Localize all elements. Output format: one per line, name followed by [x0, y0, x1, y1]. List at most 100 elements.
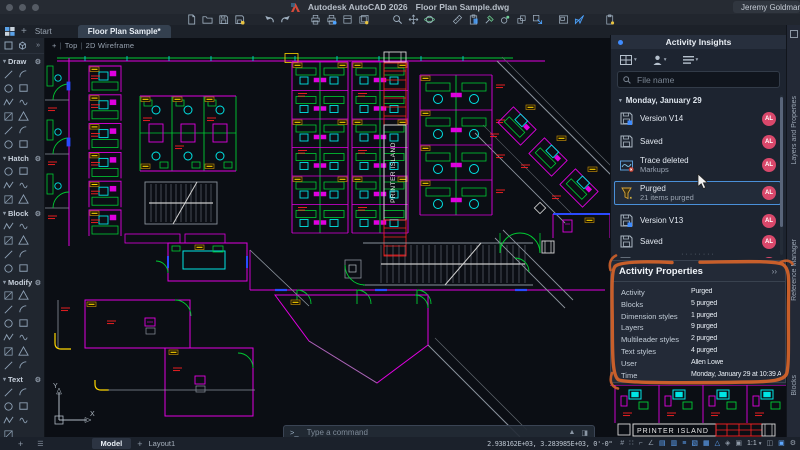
activity-item[interactable]: SavedAL: [614, 231, 781, 252]
workspace-switch-icon[interactable]: ◫: [766, 439, 773, 448]
avatar[interactable]: AL: [762, 158, 776, 172]
palette-tool-icon[interactable]: [17, 234, 30, 246]
view-grid-dropdown[interactable]: ▾: [620, 55, 637, 65]
user-account-button[interactable]: Jeremy Goldman: [733, 1, 800, 13]
palette-tool-icon[interactable]: [17, 220, 30, 232]
autoscale-toggle-icon[interactable]: ▣: [735, 439, 742, 448]
activity-item[interactable]: Version V13AL: [614, 210, 781, 231]
ortho-toggle-icon[interactable]: ⌐: [639, 439, 643, 448]
file-search-field[interactable]: [617, 71, 780, 88]
palette-section-text[interactable]: ▾Text⚙: [0, 372, 44, 385]
palette-tool-icon[interactable]: [17, 248, 30, 260]
batch-plot-icon[interactable]: [358, 14, 369, 25]
date-group-header[interactable]: ▾ Monday, January 29: [611, 92, 787, 109]
palette-tool-icon[interactable]: [2, 262, 15, 274]
activity-item[interactable]: SavedAL: [614, 131, 781, 152]
palette-tool-icon[interactable]: [17, 289, 30, 301]
new-layout-plus-icon[interactable]: +: [18, 439, 23, 449]
zoom-window-icon[interactable]: [392, 14, 403, 25]
tab-start[interactable]: Start: [35, 27, 52, 36]
collapse-chevron-icon[interactable]: ››: [772, 267, 777, 276]
section-gear-icon[interactable]: ⚙: [35, 155, 41, 163]
palette-tool-icon[interactable]: [2, 68, 15, 80]
palette-tool-icon[interactable]: [2, 289, 15, 301]
selection-cycling-toggle-icon[interactable]: ▦: [703, 439, 710, 448]
tab-overview-icon[interactable]: [5, 27, 15, 36]
match-properties-icon[interactable]: [484, 14, 495, 25]
save-icon[interactable]: [218, 14, 229, 25]
command-clipboard-icon[interactable]: ◨: [581, 429, 588, 437]
redo-icon[interactable]: [280, 14, 291, 25]
section-collapse-icon[interactable]: ▾: [3, 210, 6, 217]
palette-tool-icon[interactable]: [2, 179, 15, 191]
osnap-toggle-icon[interactable]: ▤: [659, 439, 666, 448]
user-filter-dropdown[interactable]: ▾: [653, 55, 667, 65]
layout1-tab[interactable]: Layout1: [148, 439, 175, 448]
search-input[interactable]: [635, 74, 774, 86]
print-icon[interactable]: [310, 14, 321, 25]
new-tab-button[interactable]: +: [21, 27, 27, 37]
share-icon[interactable]: [574, 14, 585, 25]
external-reference-icon[interactable]: [532, 14, 543, 25]
palette-section-modify[interactable]: ▾Modify⚙: [0, 275, 44, 288]
palette-tool-icon[interactable]: [17, 110, 30, 122]
clean-screen-icon[interactable]: ▣: [778, 439, 785, 448]
palette-tool-icon[interactable]: [2, 96, 15, 108]
palette-tool-icon[interactable]: [17, 331, 30, 343]
palette-tool-icon[interactable]: [17, 317, 30, 329]
palette-tool-icon[interactable]: [2, 234, 15, 246]
otrack-toggle-icon[interactable]: ▥: [671, 439, 678, 448]
avatar[interactable]: AL: [762, 112, 776, 126]
palette-cube-icon[interactable]: [4, 41, 13, 50]
palette-section-block[interactable]: ▾Block⚙: [0, 206, 44, 219]
viewport-visual-style-control[interactable]: 2D Wireframe: [86, 41, 135, 50]
palette-tool-icon[interactable]: [2, 359, 15, 371]
activity-item-selected[interactable]: Purged21 items purgedAL: [614, 181, 781, 205]
layout-viewport-icon[interactable]: [558, 14, 569, 25]
palette-tool-icon[interactable]: [2, 124, 15, 136]
print-preview-icon[interactable]: [326, 14, 337, 25]
palette-tool-icon[interactable]: [17, 359, 30, 371]
palette-tool-icon[interactable]: [17, 400, 30, 412]
palette-tool-icon[interactable]: [17, 124, 30, 136]
section-gear-icon[interactable]: ⚙: [35, 279, 41, 287]
tab-document-active[interactable]: Floor Plan Sample*: [78, 25, 171, 38]
palette-tool-icon[interactable]: [2, 386, 15, 398]
palette-tool-icon[interactable]: [2, 400, 15, 412]
palette-tool-icon[interactable]: [2, 193, 15, 205]
add-layout-button[interactable]: +: [137, 439, 142, 449]
section-collapse-icon[interactable]: ▾: [3, 279, 6, 286]
palette-tool-icon[interactable]: [17, 82, 30, 94]
palette-tool-icon[interactable]: [17, 68, 30, 80]
palette-tool-icon[interactable]: [2, 248, 15, 260]
grid-toggle-icon[interactable]: #: [620, 439, 624, 448]
properties-header[interactable]: Activity Properties ››: [611, 261, 785, 282]
palette-tool-icon[interactable]: [2, 331, 15, 343]
panel-scrollbar-thumb[interactable]: [780, 97, 783, 227]
avatar[interactable]: AL: [762, 135, 776, 149]
command-history-icon[interactable]: ▲: [568, 429, 575, 437]
palette-tool-icon[interactable]: [2, 414, 15, 426]
palette-tool-icon[interactable]: [17, 179, 30, 191]
palette-tool-icon[interactable]: [2, 165, 15, 177]
list-filter-dropdown[interactable]: ▾: [683, 56, 699, 64]
annotation-toggle-icon[interactable]: ◈: [725, 439, 730, 448]
section-gear-icon[interactable]: ⚙: [35, 58, 41, 66]
section-collapse-icon[interactable]: ▾: [3, 376, 6, 383]
palette-tool-icon[interactable]: [2, 303, 15, 315]
point-style-icon[interactable]: [500, 14, 511, 25]
activity-item[interactable]: Trace deletedMarkupsAL: [614, 153, 781, 177]
palette-tool-icon[interactable]: [17, 262, 30, 274]
measure-icon[interactable]: [452, 14, 463, 25]
transparency-toggle-icon[interactable]: ▧: [691, 439, 698, 448]
snap-toggle-icon[interactable]: ∷: [629, 439, 633, 448]
palette-collapse-icon[interactable]: »: [36, 42, 40, 49]
new-file-icon[interactable]: [186, 14, 197, 25]
palette-tool-icon[interactable]: [2, 220, 15, 232]
section-gear-icon[interactable]: ⚙: [35, 376, 41, 384]
palette-tool-icon[interactable]: [2, 110, 15, 122]
open-file-icon[interactable]: [202, 14, 213, 25]
section-collapse-icon[interactable]: ▾: [3, 58, 6, 65]
palette-section-hatch[interactable]: ▾Hatch⚙: [0, 151, 44, 164]
panel-resize-grip[interactable]: ········: [611, 253, 786, 257]
